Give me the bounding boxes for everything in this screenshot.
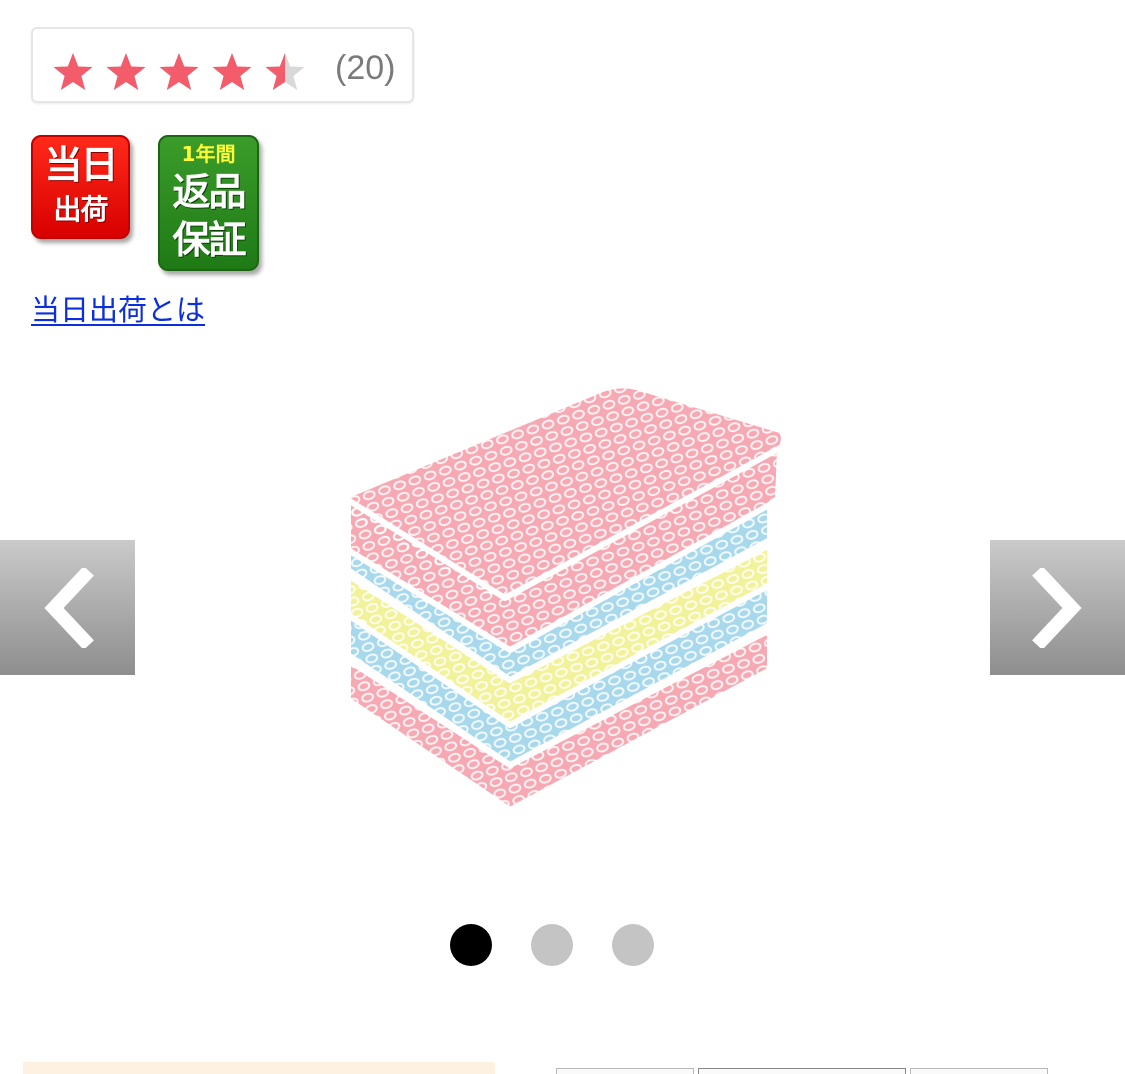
star-icon — [210, 51, 254, 93]
price-panel — [23, 1062, 495, 1074]
star-icon — [263, 51, 307, 93]
star-icon — [104, 51, 148, 93]
star-icon — [157, 51, 201, 93]
slide-dot[interactable] — [531, 924, 573, 966]
option-tab[interactable] — [556, 1068, 694, 1074]
slide-dot[interactable] — [612, 924, 654, 966]
option-tab[interactable] — [910, 1068, 1048, 1074]
same-day-info-link[interactable]: 当日出荷とは — [31, 287, 205, 329]
return-badge-line1: 返品 — [172, 170, 246, 214]
rating-box[interactable]: (20) — [31, 27, 414, 103]
prev-slide-button[interactable] — [0, 540, 135, 675]
slide-dot[interactable] — [450, 924, 492, 966]
next-slide-button[interactable] — [990, 540, 1125, 675]
star-rating — [51, 51, 307, 91]
chevron-left-icon — [43, 567, 94, 648]
sponge-stack-image — [343, 382, 787, 813]
return-badge-top: 1年間 — [181, 142, 236, 166]
return-guarantee-badge: 1年間 返品 保証 — [158, 135, 259, 271]
product-image[interactable] — [300, 360, 820, 850]
same-day-shipping-badge: 当日 出荷 — [31, 135, 130, 239]
review-count[interactable]: (20) — [335, 49, 395, 88]
chevron-right-icon — [1031, 567, 1082, 648]
return-badge-line2: 保証 — [172, 218, 246, 262]
same-day-badge-line1: 当日 — [44, 143, 118, 187]
star-icon — [51, 51, 95, 93]
same-day-badge-line2: 出荷 — [53, 193, 108, 226]
option-tab[interactable] — [698, 1068, 906, 1074]
slide-indicator — [450, 924, 660, 966]
